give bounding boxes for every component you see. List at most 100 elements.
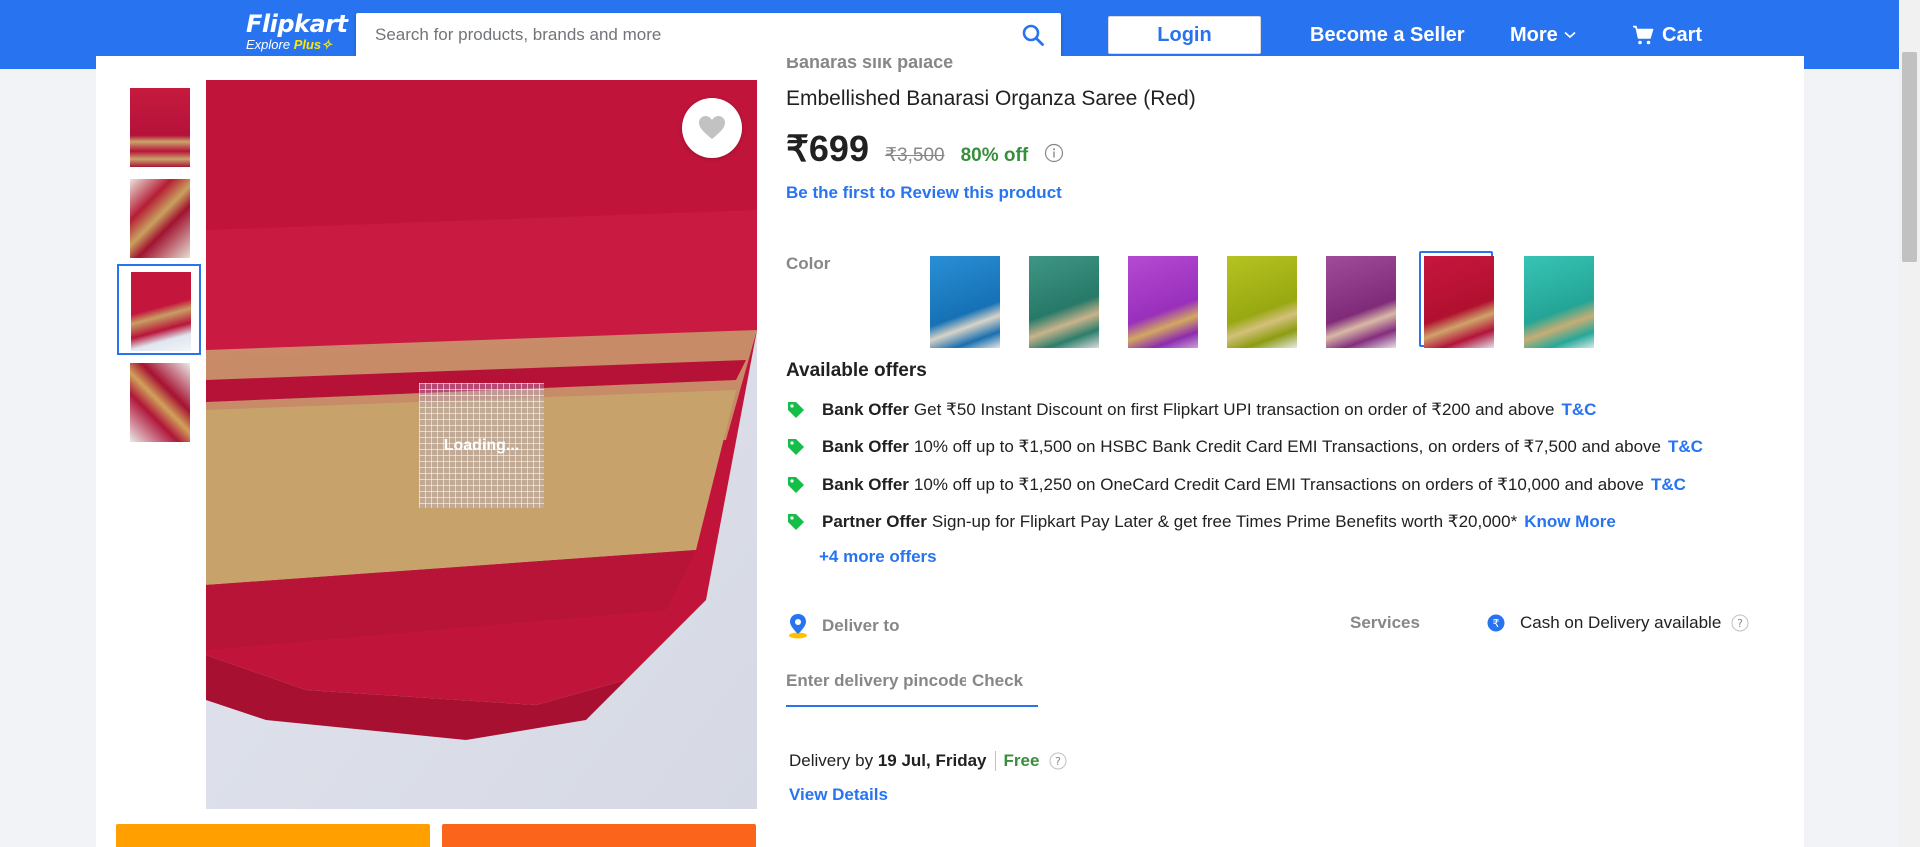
thumbnail-image <box>130 88 190 167</box>
flipkart-logo[interactable]: Flipkart Explore Plus✧ <box>246 10 348 52</box>
review-link[interactable]: Be the first to Review this product <box>786 183 1062 203</box>
thumbnail-image <box>130 363 190 442</box>
color-swatch-blue[interactable] <box>925 251 1000 348</box>
offer-item: Bank Offer 10% off up to ₹1,250 on OneCa… <box>786 474 1686 496</box>
price-row: ₹699 ₹3,500 80% off <box>786 128 1064 170</box>
offer-tnc-link[interactable]: T&C <box>1651 474 1686 496</box>
help-icon[interactable]: ? <box>1049 752 1067 770</box>
thumbnail-4[interactable] <box>117 356 201 447</box>
offer-tnc-link[interactable]: T&C <box>1562 399 1597 421</box>
plus-star-icon: ✧ <box>321 37 333 52</box>
offer-item: Partner Offer Sign-up for Flipkart Pay L… <box>786 511 1616 533</box>
help-icon[interactable]: ? <box>1731 614 1749 632</box>
swatch-image <box>1524 256 1594 348</box>
scrollbar-thumb[interactable] <box>1902 52 1917 262</box>
more-menu[interactable]: More <box>1510 22 1576 48</box>
cart-label: Cart <box>1662 24 1703 46</box>
original-price: ₹3,500 <box>884 145 945 166</box>
offers-title: Available offers <box>786 360 927 381</box>
color-swatch-magenta[interactable] <box>1321 251 1396 348</box>
offer-text: 10% off up to ₹1,500 on HSBC Bank Credit… <box>913 437 1662 456</box>
swatch-image <box>1424 256 1494 348</box>
become-seller-link[interactable]: Become a Seller <box>1310 22 1465 48</box>
location-pin-icon <box>789 614 807 639</box>
offer-kind: Partner Offer <box>822 512 927 531</box>
color-swatch-lime[interactable] <box>1222 251 1297 348</box>
more-label: More <box>1510 24 1558 46</box>
offer-tag-icon <box>788 402 804 418</box>
brand-text: Banaras silk palace <box>786 58 954 72</box>
search-bar <box>356 13 1061 57</box>
offer-item: Bank Offer 10% off up to ₹1,500 on HSBC … <box>786 436 1703 458</box>
offer-text: 10% off up to ₹1,250 on OneCard Credit C… <box>913 475 1645 494</box>
more-offers-link[interactable]: +4 more offers <box>819 547 937 567</box>
deliver-to: Deliver to <box>786 613 899 639</box>
info-icon[interactable] <box>1044 143 1064 163</box>
services-label: Services <box>1350 613 1420 632</box>
pincode-input[interactable] <box>786 671 966 691</box>
delivery-info: Delivery by 19 Jul, Friday Free ? <box>789 751 1067 771</box>
color-swatch-red-selected[interactable] <box>1419 251 1494 348</box>
swatch-image <box>1128 256 1198 348</box>
product-brand: Banaras silk palace <box>786 58 953 76</box>
color-swatch-purple[interactable] <box>1123 251 1198 348</box>
buy-now-button[interactable] <box>442 824 756 847</box>
swatch-image <box>1227 256 1297 348</box>
divider <box>994 751 996 771</box>
logo-text: Flipkart <box>246 10 348 38</box>
svg-text:₹: ₹ <box>1493 617 1500 630</box>
offer-text: Sign-up for Flipkart Pay Later & get fre… <box>931 512 1518 531</box>
offer-tnc-link[interactable]: T&C <box>1668 436 1703 458</box>
offer-item: Bank Offer Get ₹50 Instant Discount on f… <box>786 399 1596 421</box>
offer-text: Get ₹50 Instant Discount on first Flipka… <box>913 400 1555 419</box>
color-swatch-teal[interactable] <box>1519 251 1594 348</box>
heart-icon <box>699 116 725 139</box>
logo-plus: Plus <box>293 37 322 52</box>
product-title: Embellished Banarasi Organza Saree (Red) <box>786 87 1196 110</box>
offer-tag-icon <box>788 514 804 530</box>
swatch-image <box>930 256 1000 348</box>
pincode-field: Check <box>786 657 1038 707</box>
cod-service: ₹ Cash on Delivery available ? <box>1487 613 1749 633</box>
rupee-circle-icon: ₹ <box>1487 614 1505 632</box>
color-label: Color <box>786 254 831 273</box>
thumbnail-1[interactable] <box>117 81 201 172</box>
delivery-date: 19 Jul, Friday <box>877 751 987 770</box>
logo-subtitle: Explore Plus✧ <box>246 38 348 52</box>
selling-price: ₹699 <box>786 128 869 169</box>
search-icon[interactable] <box>1021 23 1045 47</box>
svg-text:?: ? <box>1056 755 1062 768</box>
thumbnail-image <box>131 272 191 351</box>
thumbnail-image <box>130 179 190 258</box>
offer-tag-icon <box>788 439 804 455</box>
svg-text:?: ? <box>1737 617 1743 630</box>
deliver-to-label: Deliver to <box>822 616 900 635</box>
logo-explore: Explore <box>246 37 291 52</box>
offer-know-more-link[interactable]: Know More <box>1524 511 1616 533</box>
chevron-down-icon <box>1564 31 1576 39</box>
offer-kind: Bank Offer <box>822 400 909 419</box>
color-swatch-green[interactable] <box>1024 251 1099 348</box>
delivery-by-label: Delivery by <box>789 751 874 770</box>
cart-link[interactable]: Cart <box>1632 22 1702 48</box>
search-input[interactable] <box>356 13 996 57</box>
view-details-link[interactable]: View Details <box>789 785 888 805</box>
loading-text: Loading... <box>443 436 520 454</box>
delivery-free-badge: Free <box>1003 751 1040 770</box>
check-pincode-button[interactable]: Check <box>972 671 1023 691</box>
wishlist-button[interactable] <box>682 98 742 158</box>
thumbnail-3-selected[interactable] <box>117 264 201 355</box>
main-product-image[interactable]: Loading... <box>206 80 757 809</box>
login-button[interactable]: Login <box>1108 16 1261 54</box>
cart-icon <box>1633 25 1654 45</box>
cod-text: Cash on Delivery available <box>1520 613 1722 632</box>
swatch-image <box>1326 256 1396 348</box>
page-scrollbar[interactable] <box>1899 0 1920 847</box>
offer-tag-icon <box>788 477 804 493</box>
discount-percent: 80% off <box>960 145 1029 166</box>
offer-kind: Bank Offer <box>822 437 909 456</box>
swatch-image <box>1029 256 1099 348</box>
thumbnail-2[interactable] <box>117 172 201 263</box>
add-to-cart-button[interactable] <box>116 824 430 847</box>
image-loader: Loading... <box>419 383 544 508</box>
